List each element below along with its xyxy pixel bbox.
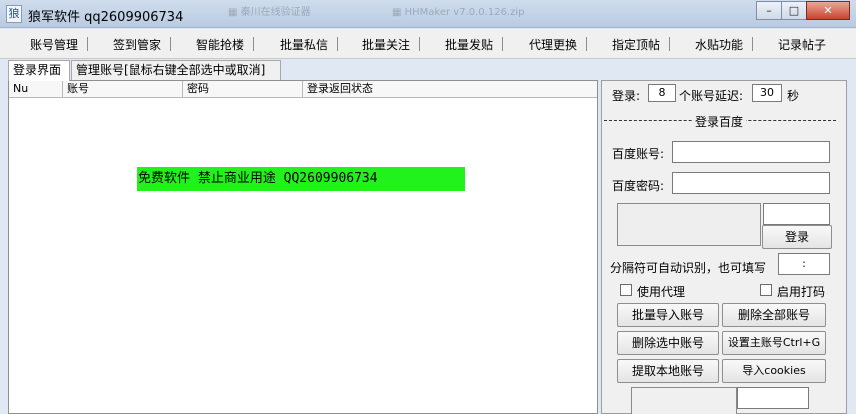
set-main-account-button[interactable]: 设置主账号Ctrl+G — [722, 331, 826, 355]
batch-import-accounts-button[interactable]: 批量导入账号 — [617, 303, 719, 327]
tab-login[interactable]: 登录界面 — [8, 60, 70, 81]
list-header: Nu 账号 密码 登录返回状态 — [9, 81, 597, 98]
menu-account-manage[interactable]: 账号管理 — [30, 36, 78, 53]
menu-proxy-change[interactable]: 代理更换 — [529, 36, 577, 53]
menu-water-post[interactable]: 水贴功能 — [695, 36, 743, 53]
menu-record-post[interactable]: 记录帖子 — [778, 36, 826, 53]
login-button[interactable]: 登录 — [762, 225, 832, 249]
background-tab-2: ▦ HHMaker v7.0.0.126.zip — [392, 7, 525, 18]
baidu-account-input[interactable] — [672, 141, 830, 163]
enable-captcha-label[interactable]: 启用打码 — [777, 283, 825, 300]
menu-separator — [586, 37, 587, 51]
menu-batch-follow[interactable]: 批量关注 — [362, 36, 410, 53]
menu-batch-post[interactable]: 批量发贴 — [445, 36, 493, 53]
column-header-password[interactable]: 密码 — [183, 81, 303, 98]
window-controls: – □ ✕ — [756, 1, 850, 20]
menu-bump-post[interactable]: 指定顶帖 — [612, 36, 660, 53]
partial-panel-input[interactable] — [737, 387, 809, 409]
baidu-account-label: 百度账号: — [612, 147, 665, 161]
column-header-account[interactable]: 账号 — [63, 81, 183, 98]
menu-smart-grab[interactable]: 智能抢楼 — [196, 36, 244, 53]
use-proxy-checkbox[interactable] — [620, 284, 632, 296]
delay-label: 个账号延迟: — [679, 89, 744, 103]
baidu-password-input[interactable] — [672, 172, 830, 194]
login-panel: 登录: 8 个账号延迟: 30 秒 登录百度 百度账号: 百度密码: 登录 分隔… — [601, 80, 847, 414]
menu-separator — [253, 37, 254, 51]
delay-input[interactable]: 30 — [752, 84, 782, 102]
captcha-input[interactable] — [763, 203, 830, 225]
background-tab-1: ▦ 秦川在线验证器 — [228, 7, 311, 18]
window-title: 狼军软件 qq2609906734 — [28, 10, 184, 25]
delete-all-accounts-button[interactable]: 删除全部账号 — [722, 303, 826, 327]
menu-checkin[interactable]: 签到管家 — [113, 36, 161, 53]
account-list[interactable]: Nu 账号 密码 登录返回状态 免费软件 禁止商业用途 QQ2609906734 — [8, 80, 598, 414]
separator-input[interactable]: : — [778, 253, 830, 275]
maximize-button[interactable]: □ — [781, 1, 807, 20]
menu-batch-message[interactable]: 批量私信 — [280, 36, 328, 53]
menu-separator — [752, 37, 753, 51]
minimize-button[interactable]: – — [756, 1, 782, 20]
menu-separator — [337, 37, 338, 51]
extract-local-accounts-button[interactable]: 提取本地账号 — [617, 359, 719, 383]
delete-selected-accounts-button[interactable]: 删除选中账号 — [617, 331, 719, 355]
batch-count-input[interactable]: 8 — [648, 84, 676, 102]
partial-panel-box — [631, 387, 737, 414]
menu-separator — [502, 37, 503, 51]
column-header-login-status[interactable]: 登录返回状态 — [303, 81, 597, 98]
menu-bar: 账号管理 签到管家 智能抢楼 批量私信 批量关注 批量发贴 代理更换 指定顶帖 … — [0, 29, 856, 59]
delay-unit-label: 秒 — [787, 89, 800, 103]
baidu-password-label: 百度密码: — [612, 179, 665, 193]
title-bar[interactable]: 狼 狼军软件 qq2609906734 ▦ 秦川在线验证器 ▦ HHMaker … — [0, 0, 856, 28]
login-count-label: 登录: — [612, 89, 641, 103]
app-logo-icon: 狼 — [6, 5, 22, 23]
captcha-image — [617, 203, 761, 246]
enable-captcha-checkbox[interactable] — [760, 284, 772, 296]
section-title-baidu-login: 登录百度 — [692, 113, 747, 130]
free-software-banner: 免费软件 禁止商业用途 QQ2609906734 — [137, 167, 465, 191]
tab-manage-accounts[interactable]: 管理账号[鼠标右键全部选中或取消] — [71, 60, 281, 80]
menu-separator — [170, 37, 171, 51]
tab-strip: 登录界面 管理账号[鼠标右键全部选中或取消] — [8, 60, 598, 81]
menu-separator — [419, 37, 420, 51]
menu-separator — [669, 37, 670, 51]
column-header-nu[interactable]: Nu — [9, 81, 63, 98]
separator-hint-label: 分隔符可自动识别，也可填写 — [610, 261, 767, 275]
close-button[interactable]: ✕ — [806, 1, 850, 20]
use-proxy-label[interactable]: 使用代理 — [637, 283, 685, 300]
menu-separator — [87, 37, 88, 51]
import-cookies-button[interactable]: 导入cookies — [722, 359, 826, 383]
